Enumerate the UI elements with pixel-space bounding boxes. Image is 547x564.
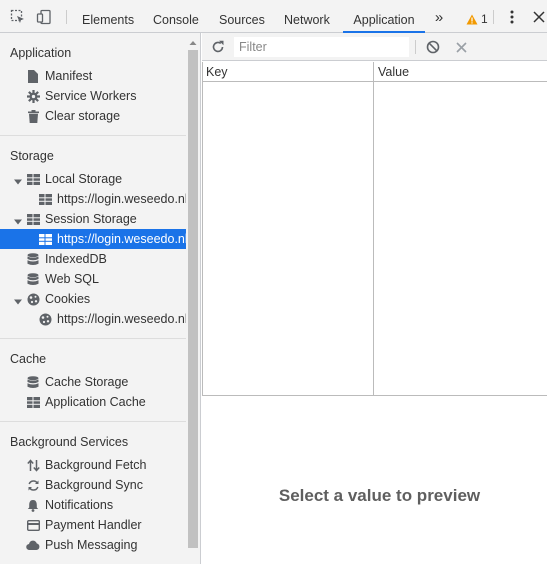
gear-icon [26, 89, 40, 103]
scroll-up-arrow-icon[interactable] [188, 37, 198, 47]
cookie-icon [38, 312, 52, 326]
sidebar-item-label: IndexedDB [45, 252, 107, 266]
table-icon [26, 395, 40, 409]
cloud-icon [26, 538, 40, 552]
up-down-arrows-icon [26, 458, 40, 472]
refresh-icon[interactable] [209, 38, 227, 56]
section-divider [0, 421, 186, 422]
warnings-counter[interactable]: 1 [466, 12, 488, 26]
sidebar-item-service-workers[interactable]: Service Workers [0, 86, 186, 106]
column-divider[interactable] [373, 62, 374, 396]
table-icon [26, 172, 40, 186]
expanded-arrow-icon[interactable] [14, 175, 22, 185]
sidebar-item-push-messaging[interactable]: Push Messaging [0, 535, 186, 555]
sync-icon [26, 478, 40, 492]
section-title-cache: Cache [10, 352, 47, 366]
tab-application[interactable]: Application [343, 0, 425, 33]
cookie-icon [26, 292, 40, 306]
column-header-key[interactable]: Key [202, 62, 373, 82]
sidebar-item-label: https://login.weseedo.nl [57, 312, 186, 326]
database-icon [26, 272, 40, 286]
grid-header: Key Value [202, 62, 547, 82]
sidebar-item-label: Notifications [45, 498, 114, 512]
expanded-arrow-icon[interactable] [14, 295, 22, 305]
sidebar-item-cookies-origin[interactable]: https://login.weseedo.nl [0, 309, 186, 329]
toolbar-separator [493, 10, 494, 24]
devtools-toolbar: Elements Console Sources Network Applica… [0, 0, 547, 33]
column-header-value[interactable]: Value [374, 62, 547, 82]
tab-console[interactable]: Console [153, 0, 199, 33]
sidebar-item-websql[interactable]: Web SQL [0, 269, 186, 289]
application-sidebar: Application Manifest Service Workers Cle… [0, 33, 201, 564]
more-tabs-icon[interactable]: » [430, 8, 448, 26]
sidebar-item-label: Cache Storage [45, 375, 129, 389]
clear-all-icon[interactable] [424, 38, 442, 56]
storage-data-grid[interactable]: Key Value [202, 62, 547, 396]
value-preview-pane: Select a value to preview [202, 397, 547, 564]
tab-network[interactable]: Network [284, 0, 330, 33]
expanded-arrow-icon[interactable] [14, 215, 22, 225]
sidebar-item-application-cache[interactable]: Application Cache [0, 392, 186, 412]
sidebar-item-local-storage-origin[interactable]: https://login.weseedo.nl [0, 189, 186, 209]
sidebar-item-label: Background Sync [45, 478, 143, 492]
table-icon [38, 192, 52, 206]
trash-icon [26, 109, 40, 123]
tab-elements[interactable]: Elements [82, 0, 134, 33]
sidebar-item-label: Local Storage [45, 172, 123, 186]
section-divider [0, 338, 186, 339]
sidebar-item-local-storage[interactable]: Local Storage [0, 169, 186, 189]
sidebar-item-background-fetch[interactable]: Background Fetch [0, 455, 186, 475]
credit-card-icon [26, 518, 40, 532]
sidebar-item-background-sync[interactable]: Background Sync [0, 475, 186, 495]
section-divider [0, 135, 186, 136]
device-toolbar-icon[interactable] [35, 8, 53, 26]
section-title-application: Application [10, 46, 72, 60]
filter-input[interactable] [234, 37, 409, 57]
inspect-element-icon[interactable] [9, 8, 27, 26]
sidebar-item-label: Application Cache [45, 395, 146, 409]
bell-icon [26, 498, 40, 512]
customize-menu-icon[interactable] [503, 8, 521, 26]
sidebar-item-label: Clear storage [45, 109, 121, 123]
toolbar-separator [415, 40, 416, 54]
warning-icon [466, 14, 478, 24]
sidebar-item-manifest[interactable]: Manifest [0, 66, 186, 86]
sidebar-item-label: Web SQL [45, 272, 99, 286]
section-title-storage: Storage [10, 149, 54, 163]
sidebar-item-label: https://login.weseedo.nl [57, 192, 186, 206]
table-icon [26, 212, 40, 226]
sidebar-item-label: Manifest [45, 69, 93, 83]
sidebar-item-cache-storage[interactable]: Cache Storage [0, 372, 186, 392]
grid-left-border [202, 62, 203, 396]
tab-sources[interactable]: Sources [219, 0, 265, 33]
database-icon [26, 252, 40, 266]
sidebar-item-indexeddb[interactable]: IndexedDB [0, 249, 186, 269]
preview-placeholder-text: Select a value to preview [278, 486, 481, 505]
sidebar-item-label: Cookies [45, 292, 91, 306]
warnings-count: 1 [481, 12, 488, 26]
sidebar-item-label: Payment Handler [45, 518, 142, 532]
section-title-background-services: Background Services [10, 435, 129, 449]
toolbar-separator [66, 10, 67, 24]
close-devtools-icon[interactable] [530, 8, 547, 26]
sidebar-item-session-storage[interactable]: Session Storage [0, 209, 186, 229]
table-icon [38, 232, 52, 246]
sidebar-item-cookies[interactable]: Cookies [0, 289, 186, 309]
sidebar-item-label: https://login.weseedo.nl [57, 232, 186, 246]
sidebar-item-clear-storage[interactable]: Clear storage [0, 106, 186, 126]
sidebar-item-payment-handler[interactable]: Payment Handler [0, 515, 186, 535]
delete-selected-icon[interactable] [452, 38, 470, 56]
sidebar-item-label: Service Workers [45, 89, 137, 103]
sidebar-item-notifications[interactable]: Notifications [0, 495, 186, 515]
database-icon [26, 375, 40, 389]
sidebar-item-session-storage-origin[interactable]: https://login.weseedo.nl [0, 229, 186, 249]
sidebar-scrollbar-thumb[interactable] [188, 50, 198, 548]
sidebar-item-label: Background Fetch [45, 458, 147, 472]
sidebar-item-label: Push Messaging [45, 538, 138, 552]
sidebar-item-label: Session Storage [45, 212, 137, 226]
storage-filter-bar [202, 33, 547, 61]
document-icon [26, 69, 40, 83]
